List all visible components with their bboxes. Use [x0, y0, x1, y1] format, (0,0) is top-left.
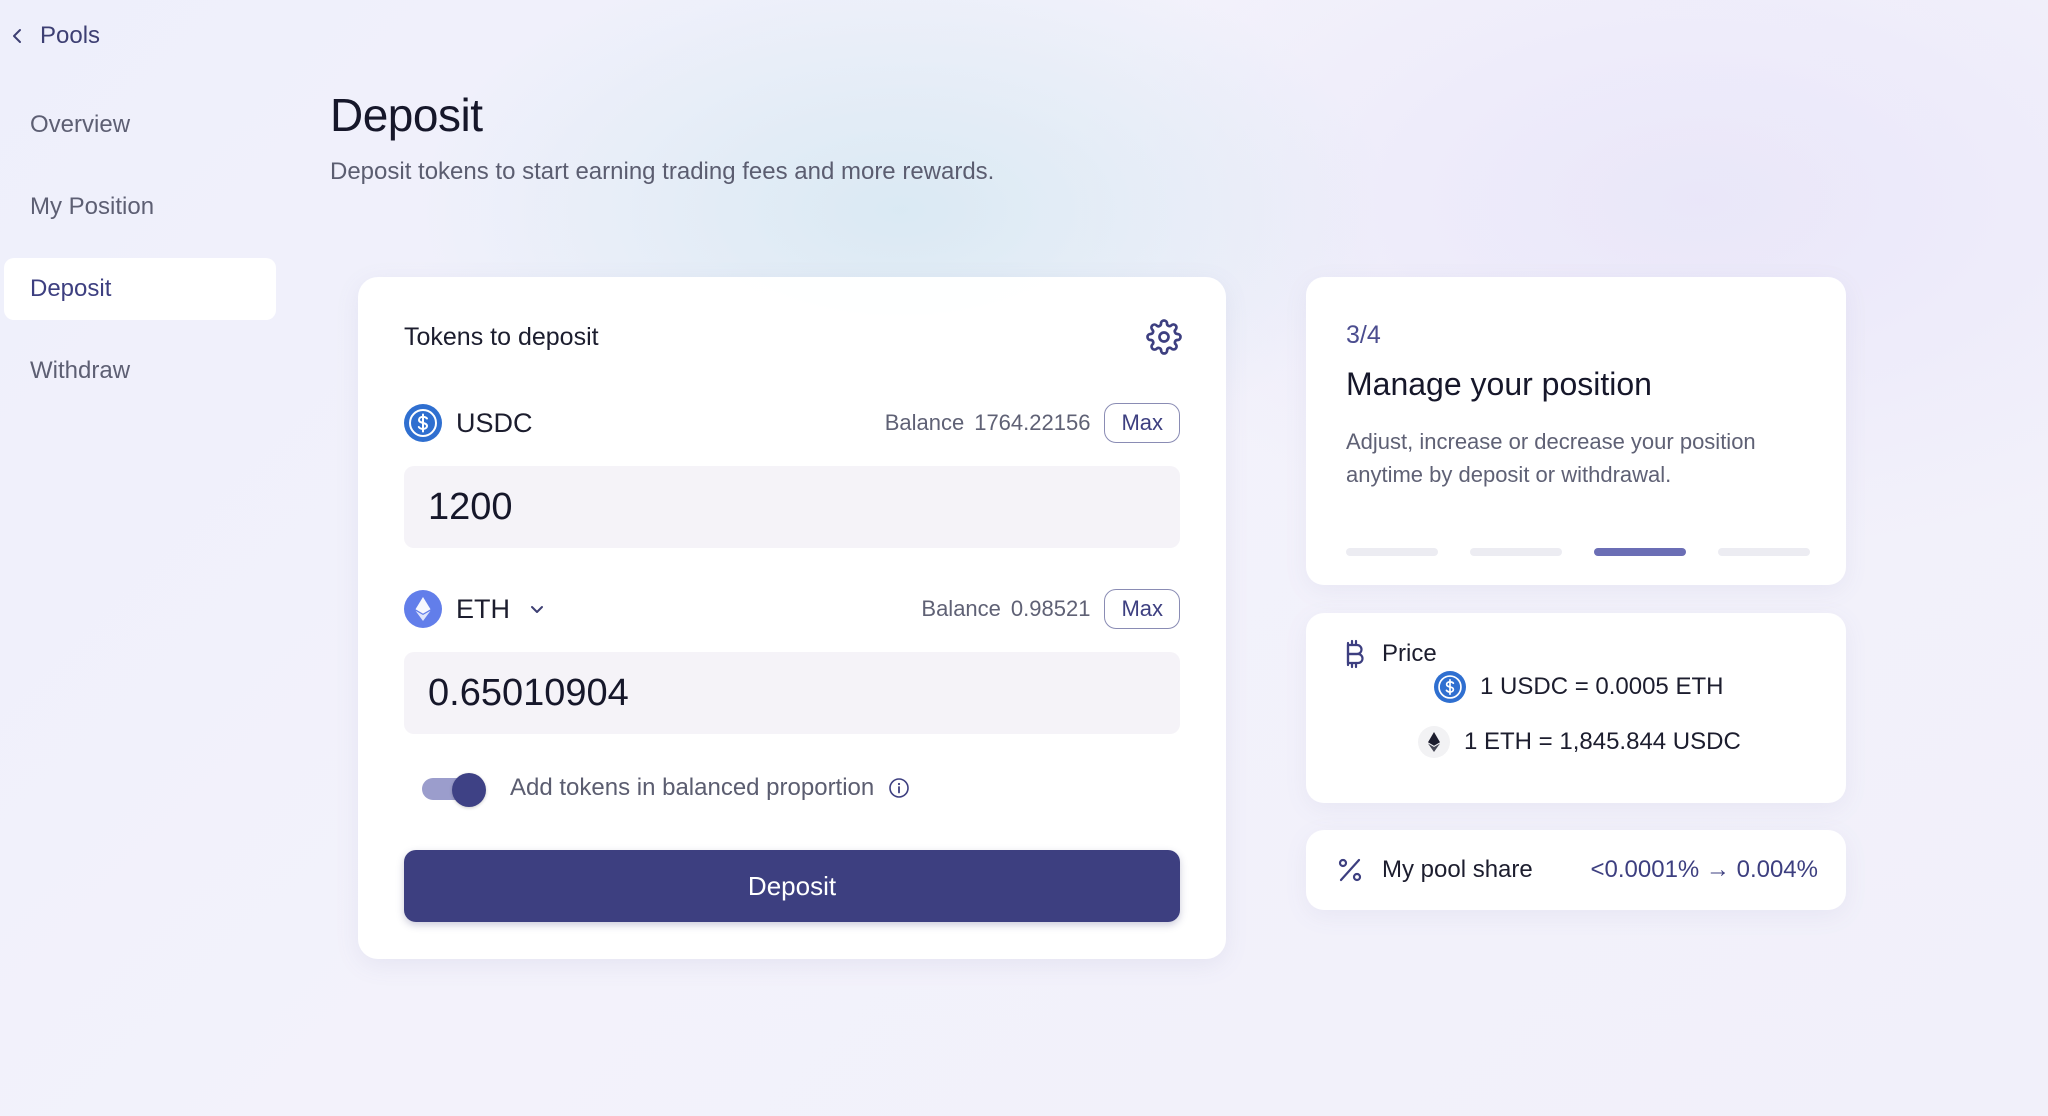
usdc-balance-label: Balance	[884, 410, 965, 435]
sidebar-item-deposit[interactable]: Deposit	[4, 258, 276, 320]
pool-share-card: My pool share <0.0001% → 0.004%	[1306, 830, 1846, 910]
price-card: Price 1 USDC = 0.0005 ETH 1 ETH = 1,845.…	[1306, 613, 1846, 803]
percent-icon	[1338, 858, 1362, 882]
eth-balance-value: 0.98521	[1010, 596, 1091, 621]
balanced-proportion-toggle[interactable]	[422, 773, 486, 807]
usdc-icon	[404, 404, 442, 442]
step-progress	[1346, 548, 1810, 556]
usdc-icon	[1434, 671, 1466, 703]
usdc-max-button[interactable]: Max	[1104, 403, 1180, 443]
balanced-proportion-row: Add tokens in balanced proportion	[422, 773, 910, 807]
deposit-card-header: Tokens to deposit	[404, 319, 1182, 355]
page-title: Deposit	[330, 89, 483, 141]
usdc-amount-input[interactable]	[404, 466, 1180, 548]
info-icon[interactable]	[888, 777, 910, 799]
sidebar-item-my-position[interactable]: My Position	[4, 176, 276, 238]
pool-share-value: <0.0001% → 0.004%	[1590, 856, 1819, 883]
progress-step[interactable]	[1470, 548, 1562, 556]
price-eth-line: 1 ETH = 1,845.844 USDC	[1418, 726, 1741, 758]
chevron-down-icon[interactable]	[528, 600, 546, 618]
deposit-button[interactable]: Deposit	[404, 850, 1180, 922]
step-description: Adjust, increase or decrease your positi…	[1346, 429, 1756, 487]
usdc-token-row: USDC Balance 1764.22156 Max	[404, 403, 1180, 443]
eth-usdc-rate: 1 ETH = 1,845.844 USDC	[1464, 728, 1741, 755]
deposit-card: Tokens to deposit USDC Balance 1764.2215…	[358, 277, 1226, 959]
progress-step[interactable]	[1718, 548, 1810, 556]
eth-balance-label: Balance	[921, 596, 1001, 621]
eth-token-row: ETH Balance 0.98521 Max	[404, 589, 1180, 629]
progress-step[interactable]	[1346, 548, 1438, 556]
tokens-to-deposit-label: Tokens to deposit	[404, 322, 599, 351]
chevron-left-icon	[13, 29, 21, 43]
usdc-eth-rate: 1 USDC = 0.0005 ETH	[1480, 673, 1724, 700]
eth-icon	[1418, 726, 1450, 758]
progress-step-active[interactable]	[1594, 548, 1686, 556]
page-subtitle: Deposit tokens to start earning trading …	[330, 158, 995, 185]
position-step-card: 3/4 Manage your position Adjust, increas…	[1306, 277, 1846, 585]
price-title: Price	[1382, 640, 1437, 667]
back-link-label: Pools	[40, 22, 101, 49]
step-title: Manage your position	[1346, 366, 1652, 402]
sidebar-item-overview[interactable]: Overview	[4, 94, 276, 156]
usdc-symbol: USDC	[456, 407, 533, 438]
eth-amount-input[interactable]	[404, 652, 1180, 734]
eth-max-button[interactable]: Max	[1104, 589, 1180, 629]
eth-icon	[404, 590, 442, 628]
eth-symbol: ETH	[456, 593, 510, 624]
usdc-balance-value: 1764.22156	[974, 410, 1091, 435]
bitcoin-icon	[1346, 639, 1364, 669]
step-counter: 3/4	[1346, 321, 1381, 349]
balanced-proportion-label: Add tokens in balanced proportion	[510, 774, 875, 801]
sidebar-item-withdraw[interactable]: Withdraw	[4, 340, 276, 402]
gear-icon[interactable]	[1146, 319, 1182, 355]
back-to-pools-link[interactable]: Pools	[8, 22, 100, 50]
sidebar-nav: Overview My Position Deposit Withdraw	[4, 94, 276, 422]
pool-share-label: My pool share	[1382, 856, 1533, 883]
price-usdc-line: 1 USDC = 0.0005 ETH	[1434, 671, 1723, 703]
